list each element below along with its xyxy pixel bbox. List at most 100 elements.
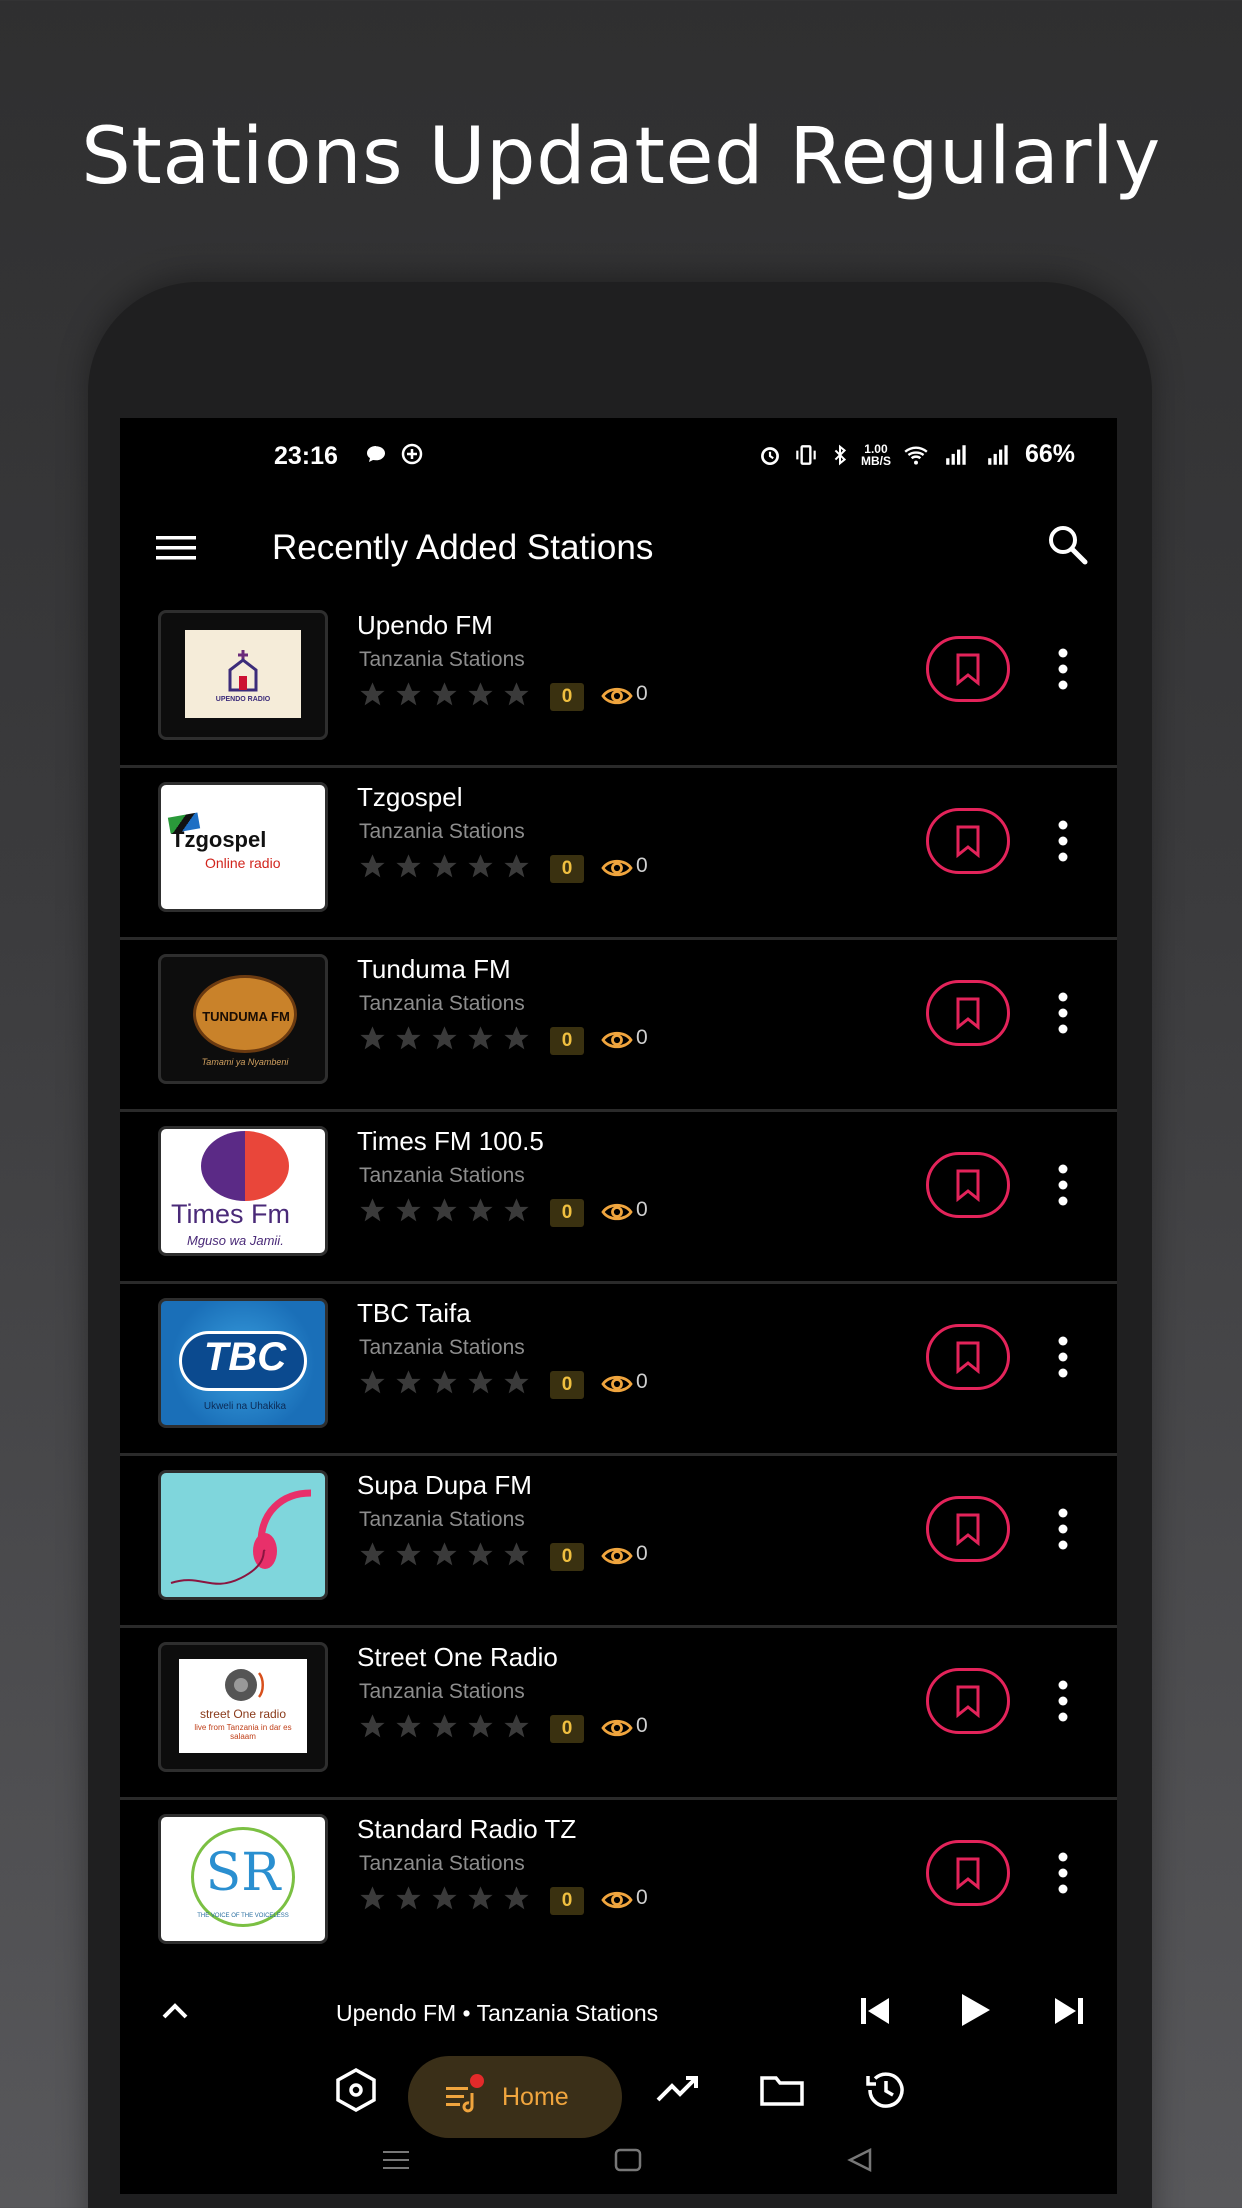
page-title: Recently Added Stations [272,528,654,567]
skip-next-icon[interactable] [1050,1992,1088,2030]
more-options-icon[interactable] [1056,818,1070,864]
station-row[interactable]: Tzgospel Online radio Tzgospel Tanzania … [120,768,1117,940]
rating-stars[interactable] [358,1024,531,1053]
station-list: UPENDO RADIO Upendo FM Tanzania Stations… [120,596,1117,1972]
more-options-icon[interactable] [1056,646,1070,692]
station-row[interactable]: UPENDO RADIO Upendo FM Tanzania Stations… [120,596,1117,768]
bookmark-button[interactable] [926,1496,1010,1562]
search-icon[interactable] [1043,520,1093,570]
nav-home[interactable]: Home [408,2056,622,2138]
rating-stars[interactable] [358,680,531,709]
speaker-logo-icon [225,1669,264,1701]
nav-history[interactable] [860,2064,912,2116]
bookmark-button[interactable] [926,1324,1010,1390]
rating-stars[interactable] [358,852,531,881]
star-icon [360,854,385,878]
bookmark-icon [956,825,980,858]
star-icon [432,1198,457,1222]
station-row[interactable]: Times Fm Mguso wa Jamii. Times FM 100.5 … [120,1112,1117,1284]
star-icon [360,1886,385,1910]
star-icon [468,1886,493,1910]
bookmark-button[interactable] [926,1668,1010,1734]
station-logo: Times Fm Mguso wa Jamii. [158,1126,328,1256]
network-speed: 1.00 MB/S [860,441,891,468]
station-row[interactable]: SR THE VOICE OF THE VOICELESS Standard R… [120,1800,1117,1972]
rating-stars[interactable] [358,1884,531,1913]
rating-count-badge: 0 [550,1887,584,1915]
star-icon [396,682,421,706]
more-options-icon[interactable] [1056,990,1070,1036]
station-name: Tzgospel [357,782,463,812]
eye-icon [601,859,633,877]
station-category: Tanzania Stations [359,1680,525,1703]
star-icon [396,1886,421,1910]
eye-icon [601,687,633,705]
nav-trending[interactable] [652,2064,704,2116]
skip-previous-icon[interactable] [856,1992,894,2030]
star-icon [504,1026,529,1050]
eye-icon [601,1891,633,1909]
star-icon [396,1714,421,1738]
star-icon [396,1026,421,1050]
view-count: 0 [636,1198,648,1221]
station-category: Tanzania Stations [359,1508,525,1531]
more-options-icon[interactable] [1056,1162,1070,1208]
station-logo: Tzgospel Online radio [158,782,328,912]
station-name: TBC Taifa [357,1298,471,1328]
nav-home-label: Home [502,2082,569,2111]
hamburger-menu-icon[interactable] [154,526,198,570]
status-time: 23:16 [274,442,338,470]
nav-radio[interactable] [330,2064,382,2116]
app-screen: 23:16 1.00 MB/S 66% Recently Added Stati… [120,418,1117,2194]
star-icon [468,1026,493,1050]
more-options-icon[interactable] [1056,1334,1070,1380]
bookmark-button[interactable] [926,636,1010,702]
rating-stars[interactable] [358,1712,531,1741]
more-options-icon[interactable] [1056,1678,1070,1724]
rating-stars[interactable] [358,1540,531,1569]
system-navigation-bar [120,2134,1117,2194]
more-options-icon[interactable] [1056,1506,1070,1552]
station-name: Street One Radio [357,1642,558,1672]
play-icon[interactable] [954,1990,994,2030]
station-name: Times FM 100.5 [357,1126,544,1156]
home-button-icon[interactable] [612,2146,644,2174]
bookmark-button[interactable] [926,1152,1010,1218]
rating-stars[interactable] [358,1196,531,1225]
trending-icon [656,2076,698,2102]
bookmark-button[interactable] [926,980,1010,1046]
rating-stars[interactable] [358,1368,531,1397]
eye-icon [601,1719,633,1737]
back-icon[interactable] [844,2146,876,2174]
star-icon [504,682,529,706]
bookmark-icon [956,653,980,686]
star-icon [396,1370,421,1394]
location-share-icon [401,443,423,465]
station-row[interactable]: street One radio live from Tanzania in d… [120,1628,1117,1800]
signal-icon-2 [988,444,1008,465]
status-bar: 23:16 1.00 MB/S 66% [120,418,1117,498]
rating-count-badge: 0 [550,1543,584,1571]
station-row[interactable]: TUNDUMA FM Tamami ya Nyambeni Tunduma FM… [120,940,1117,1112]
bookmark-button[interactable] [926,1840,1010,1906]
station-logo: UPENDO RADIO [158,610,328,740]
chevron-up-icon[interactable] [158,1994,192,2028]
promo-headline: Stations Updated Regularly [81,112,1161,202]
bookmark-icon [956,1857,980,1890]
star-icon [432,1370,457,1394]
station-category: Tanzania Stations [359,1164,525,1187]
view-count: 0 [636,854,648,877]
nav-folder[interactable] [756,2064,808,2116]
star-icon [504,1370,529,1394]
more-options-icon[interactable] [1056,1850,1070,1896]
station-category: Tanzania Stations [359,820,525,843]
star-icon [468,1370,493,1394]
recent-apps-icon[interactable] [380,2146,412,2174]
station-row[interactable]: Supa Dupa FM Tanzania Stations 0 0 [120,1456,1117,1628]
bookmark-button[interactable] [926,808,1010,874]
station-row[interactable]: TBC Ukweli na Uhakika TBC Taifa Tanzania… [120,1284,1117,1456]
star-icon [468,1714,493,1738]
star-icon [468,1542,493,1566]
eye-icon [601,1203,633,1221]
station-logo: SR THE VOICE OF THE VOICELESS [158,1814,328,1944]
